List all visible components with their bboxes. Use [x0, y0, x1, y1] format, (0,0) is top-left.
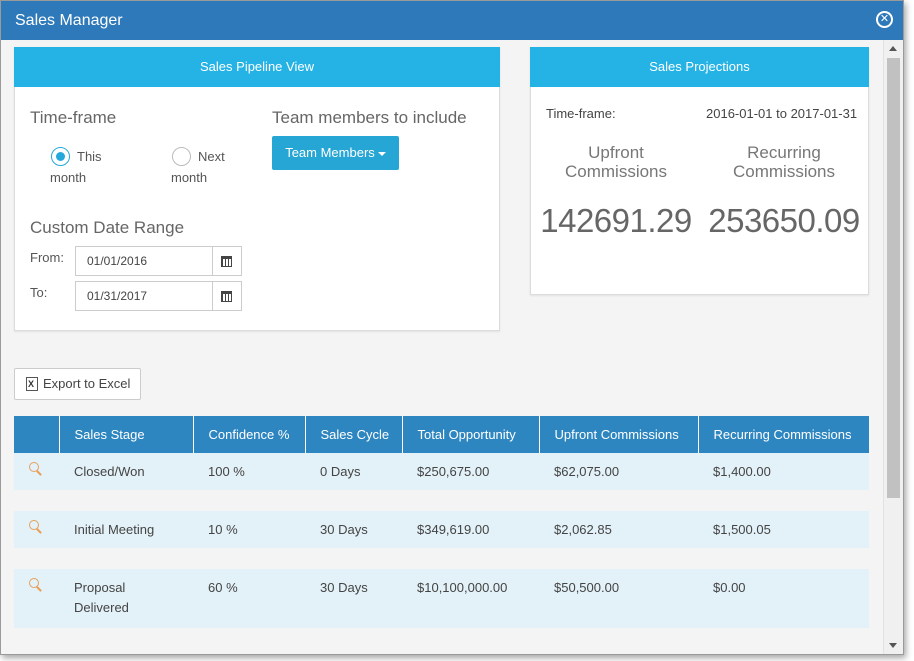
team-members-button[interactable]: Team Members [272, 136, 399, 170]
column-header-recurring-commissions[interactable]: Recurring Commissions [698, 416, 869, 453]
radio-next-month-label-2[interactable]: month [171, 167, 207, 188]
confidence-cell: 10 % [193, 511, 305, 548]
from-calendar-button[interactable] [213, 246, 242, 276]
from-date-input[interactable]: 01/01/2016 [75, 246, 213, 276]
row-search-cell[interactable] [14, 453, 59, 490]
excel-file-icon [26, 377, 38, 391]
radio-this-month-label-1[interactable]: This [77, 146, 102, 167]
scrollbar-thumb[interactable] [887, 58, 900, 498]
radio-this-month-label-2[interactable]: month [50, 167, 86, 188]
radio-this-month[interactable] [51, 147, 70, 166]
upfront-commissions-cell: $50,500.00 [539, 569, 698, 628]
vertical-scrollbar[interactable] [883, 40, 903, 654]
column-header-confidence[interactable]: Confidence % [193, 416, 306, 453]
sales-pipeline-header: Sales Pipeline View [14, 47, 500, 87]
column-header-upfront-commissions[interactable]: Upfront Commissions [539, 416, 699, 453]
table-row: Initial Meeting 10 % 30 Days $349,619.00… [14, 511, 869, 548]
confidence-cell: 60 % [193, 569, 305, 628]
search-icon[interactable] [29, 462, 43, 476]
upfront-commissions-heading: Upfront Commissions [541, 143, 691, 181]
search-icon[interactable] [29, 520, 43, 534]
sales-cycle-cell: 0 Days [305, 453, 402, 490]
upfront-commissions-cell: $2,062.85 [539, 511, 698, 548]
sales-pipeline-panel: Sales Pipeline View Time-frame This mont… [14, 47, 500, 331]
title-bar: Sales Manager ✕ [1, 1, 903, 40]
recurring-commissions-cell: $1,500.05 [698, 511, 869, 548]
sales-stage-cell: Proposal Delivered [59, 569, 193, 628]
export-button-label: Export to Excel [43, 376, 131, 391]
scroll-down-arrow-icon[interactable] [889, 643, 897, 648]
upfront-commissions-cell: $62,075.00 [539, 453, 698, 490]
recurring-commissions-cell: $1,400.00 [698, 453, 869, 490]
sales-stage-line1: Proposal [74, 580, 126, 595]
custom-date-range-label: Custom Date Range [30, 218, 185, 237]
team-members-label: Team members to include [272, 108, 467, 127]
projections-timeframe-value: 2016-01-01 to 2017-01-31 [706, 106, 858, 121]
sales-cycle-cell: 30 Days [305, 569, 402, 628]
caret-down-icon [377, 151, 386, 156]
radio-next-month-label-1[interactable]: Next [198, 146, 225, 167]
calendar-icon [221, 291, 232, 302]
total-opportunity-cell: $250,675.00 [402, 453, 539, 490]
sales-projections-panel: Sales Projections Time-frame: 2016-01-01… [530, 47, 869, 295]
calendar-icon [221, 256, 232, 267]
recurring-heading-line2: Commissions [732, 162, 836, 181]
close-icon[interactable]: ✕ [876, 11, 893, 28]
column-header-total-opportunity[interactable]: Total Opportunity [402, 416, 540, 453]
to-label: To: [30, 285, 48, 300]
scroll-up-arrow-icon[interactable] [889, 46, 897, 51]
to-calendar-button[interactable] [213, 281, 242, 311]
sales-stage-cell: Closed/Won [59, 453, 193, 490]
recurring-heading-line1: Recurring [747, 143, 821, 162]
row-spacer [14, 548, 869, 569]
row-search-cell[interactable] [14, 511, 59, 548]
sales-stage-cell: Initial Meeting [59, 511, 193, 548]
sales-manager-window: Sales Manager ✕ Sales Pipeline View Time… [0, 0, 904, 655]
recurring-commissions-cell: $0.00 [698, 569, 869, 628]
recurring-commissions-value: 253650.09 [708, 202, 860, 239]
column-header-search [14, 416, 60, 453]
upfront-commissions-value: 142691.29 [540, 202, 692, 239]
total-opportunity-cell: $10,100,000.00 [402, 569, 539, 628]
window-title: Sales Manager [15, 12, 123, 29]
confidence-cell: 100 % [193, 453, 305, 490]
upfront-heading-line2: Commissions [564, 162, 668, 181]
row-spacer [14, 490, 869, 511]
column-header-sales-cycle[interactable]: Sales Cycle [305, 416, 403, 453]
timeframe-label: Time-frame [30, 108, 117, 127]
export-to-excel-button[interactable]: Export to Excel [14, 368, 141, 400]
sales-projections-header: Sales Projections [530, 47, 869, 87]
radio-next-month[interactable] [172, 147, 191, 166]
table-header-row: Sales Stage Confidence % Sales Cycle Tot… [14, 416, 869, 453]
main-content: Sales Pipeline View Time-frame This mont… [1, 40, 883, 654]
from-label: From: [30, 250, 64, 265]
table-row: Closed/Won 100 % 0 Days $250,675.00 $62,… [14, 453, 869, 490]
sales-stage-line2: Delivered [74, 600, 129, 615]
to-date-input[interactable]: 01/31/2017 [75, 281, 213, 311]
team-members-button-label: Team Members [285, 145, 375, 160]
sales-cycle-cell: 30 Days [305, 511, 402, 548]
row-search-cell[interactable] [14, 569, 59, 628]
table-row: Proposal Delivered 60 % 30 Days $10,100,… [14, 569, 869, 628]
upfront-heading-line1: Upfront [588, 143, 644, 162]
projections-timeframe-label: Time-frame: [546, 106, 616, 121]
column-header-sales-stage[interactable]: Sales Stage [59, 416, 194, 453]
recurring-commissions-heading: Recurring Commissions [709, 143, 859, 181]
total-opportunity-cell: $349,619.00 [402, 511, 539, 548]
search-icon[interactable] [29, 578, 43, 592]
sales-pipeline-table: Sales Stage Confidence % Sales Cycle Tot… [14, 416, 869, 628]
